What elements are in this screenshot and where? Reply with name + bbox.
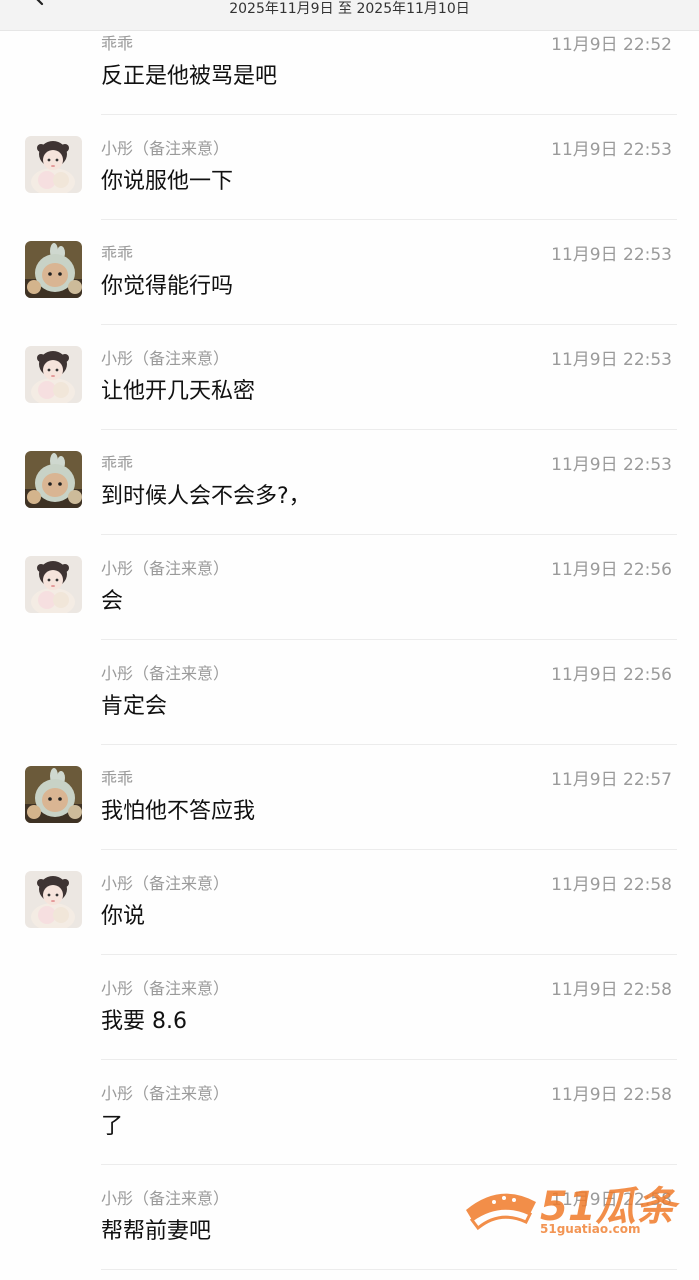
- message-time: 11月9日 22:58: [551, 1085, 672, 1105]
- message-text: 你说服他一下: [101, 169, 234, 194]
- toy-avatar-icon: [25, 766, 82, 823]
- sender-name: 小彤（备注来意）: [101, 664, 230, 683]
- message-time: 11月9日 22:53: [551, 245, 672, 265]
- toy-avatar-icon: [25, 241, 82, 298]
- toy-avatar-icon: [25, 451, 82, 508]
- top-bar: 2025年11月9日 至 2025年11月10日: [0, 0, 699, 31]
- girl-avatar-icon: [25, 346, 82, 403]
- message-time: 11月9日 22:57: [551, 770, 672, 790]
- sender-name: 小彤（备注来意）: [101, 349, 230, 368]
- message-item[interactable]: 小彤（备注来意） 11月9日 22:53 让他开几天私密: [0, 325, 699, 430]
- divider: [101, 1269, 677, 1270]
- message-time: 11月9日 22:53: [551, 350, 672, 370]
- message-item[interactable]: 乖乖 11月9日 22:53 到时候人会不会多?，: [0, 430, 699, 535]
- message-text: 让他开几天私密: [101, 379, 256, 404]
- avatar[interactable]: [25, 451, 82, 508]
- message-item[interactable]: 小彤（备注来意） 11月9日 22:58 我要 8.6: [0, 955, 699, 1060]
- avatar[interactable]: [25, 556, 82, 613]
- chat-history-page: 2025年11月9日 至 2025年11月10日 乖乖 11月9日 22:52 …: [0, 0, 699, 1280]
- avatar[interactable]: [25, 136, 82, 193]
- message-text: 我怕他不答应我: [101, 799, 256, 824]
- sender-name: 小彤（备注来意）: [101, 139, 230, 158]
- message-item[interactable]: 小彤（备注来意） 11月9日 22:58 你说: [0, 850, 699, 955]
- watermark-url: 51guatiao.com: [540, 1222, 641, 1236]
- message-text: 会: [101, 589, 124, 614]
- message-text: 到时候人会不会多?，: [101, 484, 311, 509]
- message-item[interactable]: 乖乖 11月9日 22:57 我怕他不答应我: [0, 745, 699, 850]
- message-text: 我要 8.6: [101, 1009, 187, 1034]
- message-text: 帮帮前妻吧: [101, 1219, 212, 1244]
- message-time: 11月9日 22:58: [551, 875, 672, 895]
- sender-name: 小彤（备注来意）: [101, 874, 230, 893]
- sender-name: 小彤（备注来意）: [101, 1084, 230, 1103]
- sender-name: 小彤（备注来意）: [101, 1189, 230, 1208]
- message-time: 11月9日 22:52: [551, 35, 672, 55]
- sender-name: 乖乖: [101, 34, 134, 53]
- sender-name: 乖乖: [101, 454, 134, 473]
- girl-avatar-icon: [25, 556, 82, 613]
- message-item[interactable]: 小彤（备注来意） 11月9日 22:53 你说服他一下: [0, 115, 699, 220]
- girl-avatar-icon: [25, 871, 82, 928]
- message-time: 11月9日 22:53: [551, 140, 672, 160]
- melon-logo-icon: [466, 1193, 536, 1231]
- message-item[interactable]: 小彤（备注来意） 11月9日 22:58 了: [0, 1060, 699, 1165]
- avatar[interactable]: [25, 241, 82, 298]
- site-watermark: 51瓜条 51guatiao.com: [460, 1172, 680, 1242]
- message-item[interactable]: 乖乖 11月9日 22:53 你觉得能行吗: [0, 220, 699, 325]
- sender-name: 小彤（备注来意）: [101, 559, 230, 578]
- message-text: 了: [101, 1114, 124, 1139]
- sender-name: 乖乖: [101, 769, 134, 788]
- message-item[interactable]: 小彤（备注来意） 11月9日 22:56 会: [0, 535, 699, 640]
- girl-avatar-icon: [25, 136, 82, 193]
- sender-name: 乖乖: [101, 244, 134, 263]
- sender-name: 小彤（备注来意）: [101, 979, 230, 998]
- avatar[interactable]: [25, 346, 82, 403]
- date-range-title: 2025年11月9日 至 2025年11月10日: [229, 1, 470, 17]
- message-text: 你觉得能行吗: [101, 274, 234, 299]
- message-time: 11月9日 22:56: [551, 665, 672, 685]
- message-text: 反正是他被骂是吧: [101, 64, 278, 89]
- message-text: 肯定会: [101, 694, 168, 719]
- avatar[interactable]: [25, 766, 82, 823]
- message-time: 11月9日 22:56: [551, 560, 672, 580]
- avatar[interactable]: [25, 871, 82, 928]
- message-time: 11月9日 22:58: [551, 980, 672, 1000]
- message-text: 你说: [101, 904, 146, 929]
- message-item[interactable]: 小彤（备注来意） 11月9日 22:56 肯定会: [0, 640, 699, 745]
- message-time: 11月9日 22:53: [551, 455, 672, 475]
